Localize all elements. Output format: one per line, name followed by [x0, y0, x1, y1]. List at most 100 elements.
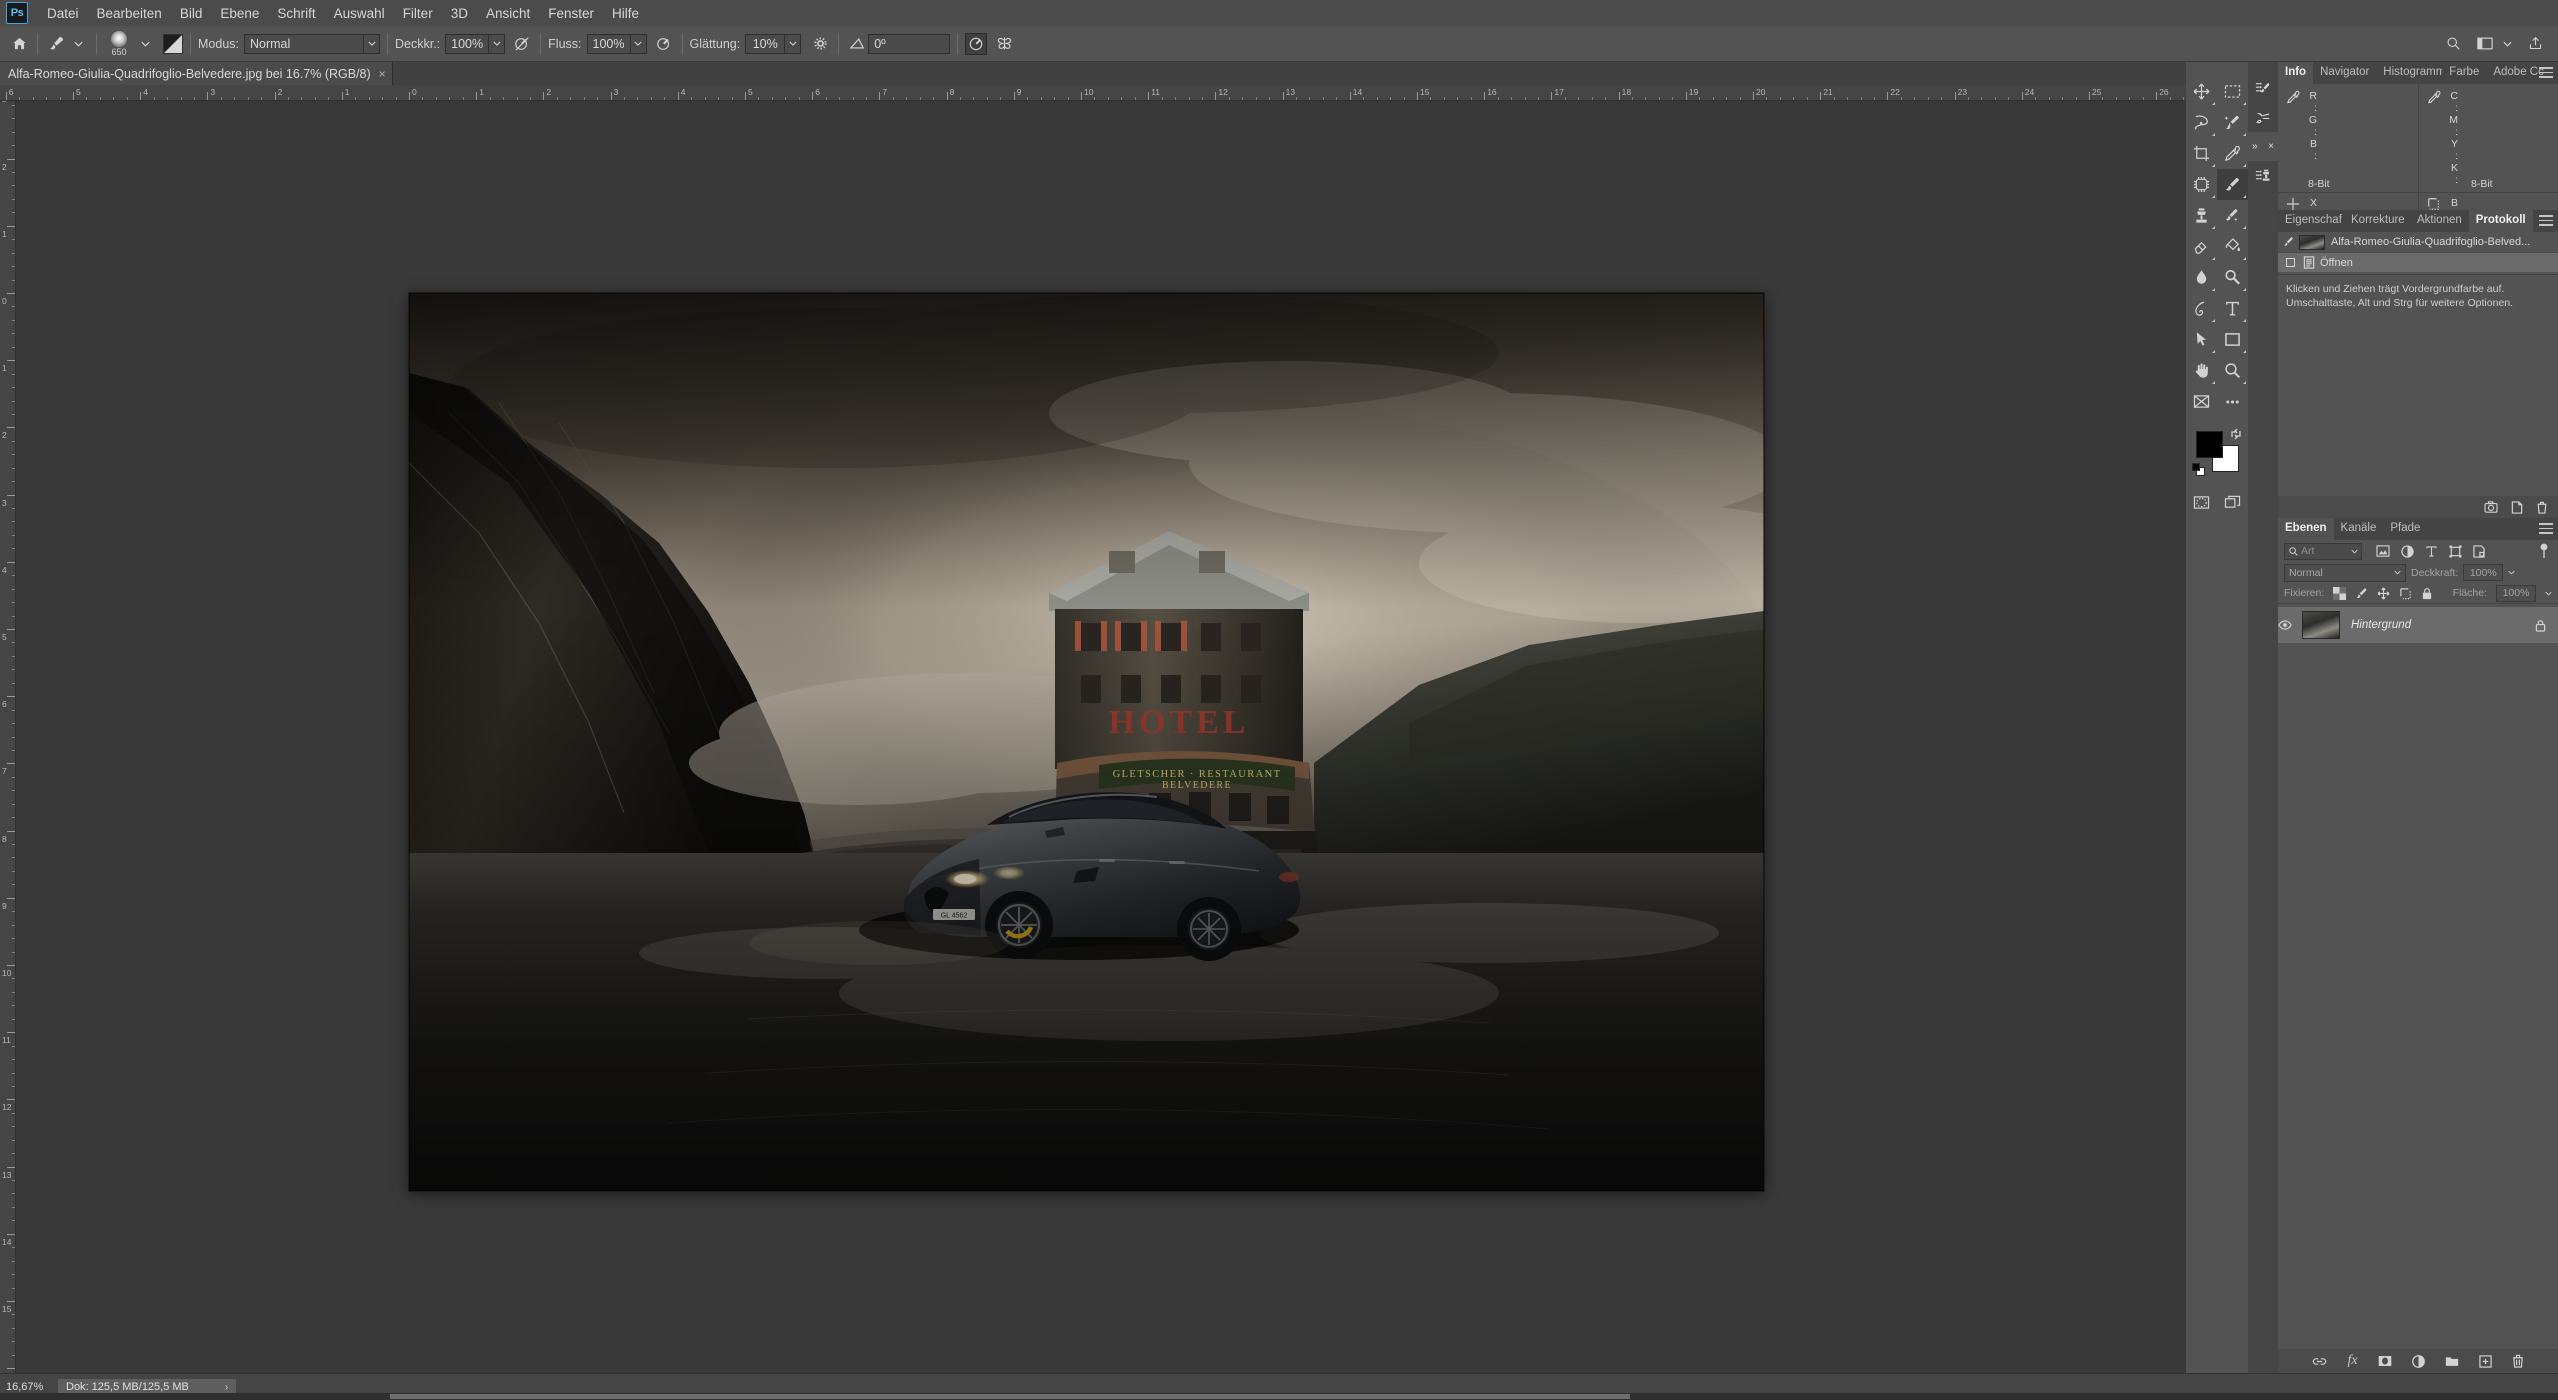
airbrush-icon[interactable]	[653, 33, 675, 55]
layer-style-fx-icon[interactable]: fx	[2347, 1353, 2357, 1369]
pressure-size-icon[interactable]	[965, 33, 987, 55]
menu-hilfe[interactable]: Hilfe	[603, 3, 648, 24]
opacity-field[interactable]: 100%	[445, 34, 505, 54]
menu-filter[interactable]: Filter	[394, 3, 442, 24]
lock-all-icon[interactable]	[2421, 587, 2433, 600]
edit-toolbar-button[interactable]	[2186, 386, 2217, 417]
panel-menu-icon[interactable]	[2539, 523, 2553, 535]
new-document-from-state-icon[interactable]	[2511, 501, 2523, 514]
delete-state-icon[interactable]	[2536, 501, 2548, 514]
path-selection-tool[interactable]	[2186, 324, 2217, 355]
menu-bild[interactable]: Bild	[171, 3, 212, 24]
layer-fill-value[interactable]: 100%	[2496, 585, 2536, 602]
lasso-tool[interactable]	[2186, 107, 2217, 138]
panel-menu-icon[interactable]	[2539, 67, 2553, 79]
tab-korrekturen[interactable]: Korrekture	[2344, 210, 2410, 232]
adjustment-filter-icon[interactable]	[2401, 545, 2414, 558]
layer-name[interactable]: Hintergrund	[2351, 619, 2535, 631]
tab-navigator[interactable]: Navigator	[2313, 62, 2376, 84]
lock-position-icon[interactable]	[2377, 587, 2390, 600]
new-layer-icon[interactable]	[2479, 1355, 2492, 1368]
brush-preset-icon[interactable]	[163, 34, 183, 54]
eyedropper-tool[interactable]	[2217, 138, 2248, 169]
delete-layer-icon[interactable]	[2512, 1354, 2524, 1368]
brush-tool[interactable]	[2217, 169, 2248, 200]
pressure-opacity-icon[interactable]	[511, 33, 533, 55]
filter-toggle-icon[interactable]	[2538, 542, 2550, 560]
horizontal-type-tool[interactable]	[2217, 293, 2248, 324]
history-state-row[interactable]: Öffnen	[2278, 253, 2558, 272]
more-tools-button[interactable]	[2217, 386, 2248, 417]
close-icon[interactable]: ×	[379, 67, 386, 81]
menu-3d[interactable]: 3D	[442, 3, 477, 24]
menu-ebene[interactable]: Ebene	[211, 3, 268, 24]
brush-angle-value[interactable]: 0º	[868, 34, 950, 54]
dodge-tool[interactable]	[2217, 262, 2248, 293]
default-colors-icon[interactable]	[2192, 463, 2206, 477]
snapshot-icon[interactable]	[2484, 501, 2498, 513]
brush-preset-chevron-icon[interactable]	[134, 33, 156, 55]
brush-settings-icon[interactable]	[2248, 74, 2278, 103]
gear-icon[interactable]	[809, 33, 831, 55]
flow-field[interactable]: 100%	[587, 34, 647, 54]
layer-opacity-value[interactable]: 100%	[2463, 564, 2503, 581]
type-filter-icon[interactable]	[2425, 545, 2438, 558]
swap-colors-icon[interactable]	[2230, 428, 2242, 440]
menu-fenster[interactable]: Fenster	[539, 3, 603, 24]
foreground-color-swatch[interactable]	[2196, 431, 2223, 458]
lock-image-icon[interactable]	[2355, 587, 2368, 600]
rectangle-tool[interactable]	[2217, 324, 2248, 355]
link-layers-icon[interactable]	[2312, 1356, 2327, 1367]
canvas-area[interactable]: HOTEL GLETSCHER · RESTAURANT BELVEDERE	[16, 101, 2186, 1373]
tab-aktionen[interactable]: Aktionen	[2410, 210, 2469, 232]
tab-protokoll[interactable]: Protokoll	[2469, 210, 2533, 232]
layer-kind-filter[interactable]: Art	[2284, 543, 2362, 560]
pen-tool[interactable]	[2186, 293, 2217, 324]
menu-schrift[interactable]: Schrift	[268, 3, 324, 24]
menu-bearbeiten[interactable]: Bearbeiten	[88, 3, 171, 24]
menu-datei[interactable]: Datei	[38, 3, 88, 24]
share-icon[interactable]	[2524, 33, 2546, 55]
tab-ebenen[interactable]: Ebenen	[2278, 518, 2334, 540]
tab-eigenschaften[interactable]: Eigenschaf	[2278, 210, 2344, 232]
tab-farbe[interactable]: Farbe	[2442, 62, 2486, 84]
shape-filter-icon[interactable]	[2449, 545, 2462, 558]
image-artboard[interactable]: HOTEL GLETSCHER · RESTAURANT BELVEDERE	[409, 293, 1764, 1191]
lock-transparency-icon[interactable]	[2333, 587, 2346, 600]
tab-histogramm[interactable]: Histogramm	[2376, 62, 2442, 84]
eraser-tool[interactable]	[2186, 231, 2217, 262]
history-brush-tool[interactable]	[2217, 200, 2248, 231]
brush-size-preview[interactable]: 650	[104, 28, 134, 60]
brush-tool-chevron-icon[interactable]	[67, 33, 89, 55]
screen-mode-icon[interactable]	[2217, 487, 2248, 518]
workspace-icon[interactable]	[2474, 33, 2496, 55]
layer-visibility-eye-icon[interactable]	[2278, 620, 2302, 630]
home-icon[interactable]	[8, 33, 30, 55]
move-tool[interactable]	[2186, 76, 2217, 107]
status-zoom-level[interactable]: 16,67%	[0, 1381, 58, 1393]
chevron-right-icon[interactable]: ›	[225, 1382, 228, 1393]
quick-mask-icon[interactable]	[2186, 487, 2217, 518]
document-tab[interactable]: Alfa-Romeo-Giulia-Quadrifoglio-Belvedere…	[0, 62, 393, 85]
new-group-icon[interactable]	[2445, 1355, 2459, 1367]
blend-mode-select[interactable]: Normal	[244, 34, 380, 54]
history-state-marker[interactable]	[2282, 258, 2298, 267]
horizontal-scrollbar-thumb[interactable]	[390, 1394, 1630, 1399]
search-icon[interactable]	[2442, 33, 2464, 55]
quick-selection-tool[interactable]	[2217, 107, 2248, 138]
brush-tool-icon[interactable]	[45, 33, 67, 55]
tab-info[interactable]: Info	[2278, 62, 2313, 84]
blur-tool[interactable]	[2186, 262, 2217, 293]
zoom-tool[interactable]	[2217, 355, 2248, 386]
chevron-down-icon[interactable]	[2508, 570, 2515, 575]
clone-source-icon[interactable]	[2248, 161, 2278, 190]
layer-thumbnail[interactable]	[2302, 611, 2340, 639]
brush-presets-icon[interactable]	[2248, 103, 2278, 132]
pixel-filter-icon[interactable]	[2376, 545, 2390, 558]
add-layer-mask-icon[interactable]	[2378, 1355, 2392, 1367]
menu-auswahl[interactable]: Auswahl	[325, 3, 394, 24]
smoothing-field[interactable]: 10%	[745, 34, 801, 54]
chevron-down-icon[interactable]	[2496, 33, 2518, 55]
panel-menu-icon[interactable]	[2539, 215, 2553, 227]
paint-bucket-tool[interactable]	[2217, 231, 2248, 262]
